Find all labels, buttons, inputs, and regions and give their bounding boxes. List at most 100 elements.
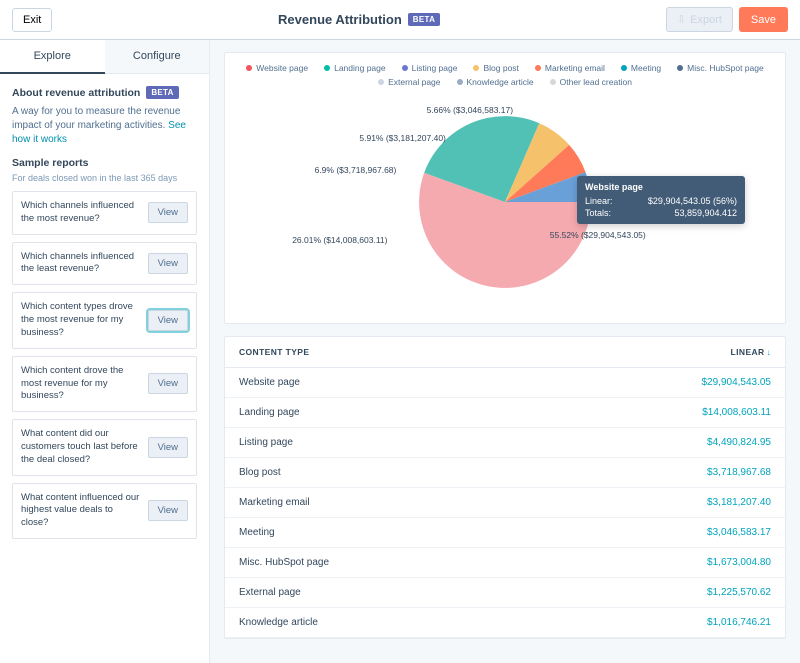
top-actions: ⇩ Export Save [666, 7, 788, 32]
legend-dot [550, 79, 556, 85]
tab-explore[interactable]: Explore [0, 40, 105, 74]
table-row[interactable]: Listing page$4,490,824.95 [225, 428, 785, 458]
view-button[interactable]: View [148, 253, 188, 274]
legend-item: Website page [246, 63, 308, 73]
main: Explore Configure About revenue attribut… [0, 40, 800, 663]
table-row[interactable]: Landing page$14,008,603.11 [225, 398, 785, 428]
cell-content-type: Marketing email [225, 488, 532, 518]
cell-content-type: Blog post [225, 458, 532, 488]
legend-label: Blog post [483, 63, 518, 73]
export-button[interactable]: ⇩ Export [666, 7, 733, 32]
chart-tooltip: Website page Linear: $29,904,543.05 (56%… [577, 176, 745, 224]
table-row[interactable]: Website page$29,904,543.05 [225, 368, 785, 398]
cell-linear-value: $14,008,603.11 [532, 398, 785, 428]
sidebar-body: About revenue attribution BETA A way for… [0, 74, 209, 558]
cell-content-type: Misc. HubSpot page [225, 548, 532, 578]
report-card: Which channels influenced the most reven… [12, 191, 197, 235]
legend-item: External page [378, 77, 440, 87]
col-linear-label: LINEAR [731, 347, 765, 357]
report-question: Which content types drove the most reven… [21, 301, 142, 339]
cell-linear-value: $3,181,207.40 [532, 488, 785, 518]
sample-reports-subtext: For deals closed won in the last 365 day… [12, 173, 197, 183]
legend-item: Blog post [473, 63, 518, 73]
tooltip-linear-row: Linear: $29,904,543.05 (56%) [585, 196, 737, 206]
col-content-type[interactable]: CONTENT TYPE [225, 337, 532, 368]
legend-item: Listing page [402, 63, 458, 73]
sidebar: Explore Configure About revenue attribut… [0, 40, 210, 663]
legend-item: Other lead creation [550, 77, 632, 87]
table-row[interactable]: Misc. HubSpot page$1,673,004.80 [225, 548, 785, 578]
report-card: Which channels influenced the least reve… [12, 242, 197, 286]
about-description: A way for you to measure the revenue imp… [12, 105, 197, 147]
view-button[interactable]: View [148, 202, 188, 223]
legend-item: Landing page [324, 63, 386, 73]
view-button[interactable]: View [148, 310, 188, 331]
view-button[interactable]: View [148, 373, 188, 394]
tooltip-linear-value: $29,904,543.05 (56%) [648, 196, 737, 206]
legend-dot [457, 79, 463, 85]
legend-dot [535, 65, 541, 71]
legend-dot [378, 79, 384, 85]
report-question: What content did our customers touch las… [21, 428, 142, 466]
table-panel: CONTENT TYPE LINEAR↓ Website page$29,904… [224, 336, 786, 639]
legend-item: Knowledge article [457, 77, 534, 87]
legend-label: Website page [256, 63, 308, 73]
cell-linear-value: $3,718,967.68 [532, 458, 785, 488]
table-row[interactable]: Knowledge article$1,016,746.21 [225, 608, 785, 638]
view-button[interactable]: View [148, 437, 188, 458]
exit-button[interactable]: Exit [12, 8, 52, 32]
table-row[interactable]: External page$1,225,570.62 [225, 578, 785, 608]
tabs: Explore Configure [0, 40, 209, 74]
about-desc-text: A way for you to measure the revenue imp… [12, 106, 180, 131]
legend-dot [677, 65, 683, 71]
legend-label: Other lead creation [560, 77, 632, 87]
view-button[interactable]: View [148, 500, 188, 521]
cell-linear-value: $1,673,004.80 [532, 548, 785, 578]
legend-dot [473, 65, 479, 71]
table-row[interactable]: Marketing email$3,181,207.40 [225, 488, 785, 518]
report-card: Which content drove the most revenue for… [12, 356, 197, 412]
attribution-table: CONTENT TYPE LINEAR↓ Website page$29,904… [225, 337, 785, 638]
about-heading-row: About revenue attribution BETA [12, 86, 197, 99]
tab-configure[interactable]: Configure [105, 40, 210, 74]
pie-label: 6.9% ($3,718,967.68) [315, 165, 397, 175]
save-button[interactable]: Save [739, 7, 788, 32]
export-label: Export [690, 14, 722, 26]
content-area: Website pageLanding pageListing pageBlog… [210, 40, 800, 663]
pie-label: 26.01% ($14,008,603.11) [292, 235, 387, 245]
report-question: Which channels influenced the least reve… [21, 251, 142, 277]
report-question: Which content drove the most revenue for… [21, 365, 142, 403]
legend-label: Misc. HubSpot page [687, 63, 764, 73]
report-card: What content did our customers touch las… [12, 419, 197, 475]
cell-linear-value: $3,046,583.17 [532, 518, 785, 548]
about-title: About revenue attribution [12, 87, 140, 99]
table-body: Website page$29,904,543.05Landing page$1… [225, 368, 785, 638]
tooltip-title: Website page [585, 182, 737, 192]
legend-label: Marketing email [545, 63, 605, 73]
table-row[interactable]: Meeting$3,046,583.17 [225, 518, 785, 548]
report-card: What content influenced our highest valu… [12, 483, 197, 539]
cell-content-type: Knowledge article [225, 608, 532, 638]
legend-dot [324, 65, 330, 71]
cell-content-type: External page [225, 578, 532, 608]
topbar: Exit Revenue Attribution BETA ⇩ Export S… [0, 0, 800, 40]
tooltip-totals-label: Totals: [585, 208, 611, 218]
legend-dot [402, 65, 408, 71]
chart-panel: Website page Landing page Listing page Blog… [224, 52, 786, 324]
title-wrap: Revenue Attribution BETA [52, 12, 666, 27]
download-icon: ⇩ [677, 13, 686, 26]
legend-label: Listing page [412, 63, 458, 73]
cell-linear-value: $1,016,746.21 [532, 608, 785, 638]
legend-label: Meeting [631, 63, 661, 73]
beta-badge: BETA [408, 13, 440, 26]
legend-label: Knowledge article [467, 77, 534, 87]
cell-linear-value: $1,225,570.62 [532, 578, 785, 608]
legend-label: Landing page [334, 63, 386, 73]
col-linear[interactable]: LINEAR↓ [532, 337, 785, 368]
table-row[interactable]: Blog post$3,718,967.68 [225, 458, 785, 488]
report-question: Which channels influenced the most reven… [21, 200, 142, 226]
cell-linear-value: $29,904,543.05 [532, 368, 785, 398]
chart-legend: Website page Landing page Listing page Blog… [225, 53, 785, 91]
cell-content-type: Landing page [225, 398, 532, 428]
cell-content-type: Listing page [225, 428, 532, 458]
